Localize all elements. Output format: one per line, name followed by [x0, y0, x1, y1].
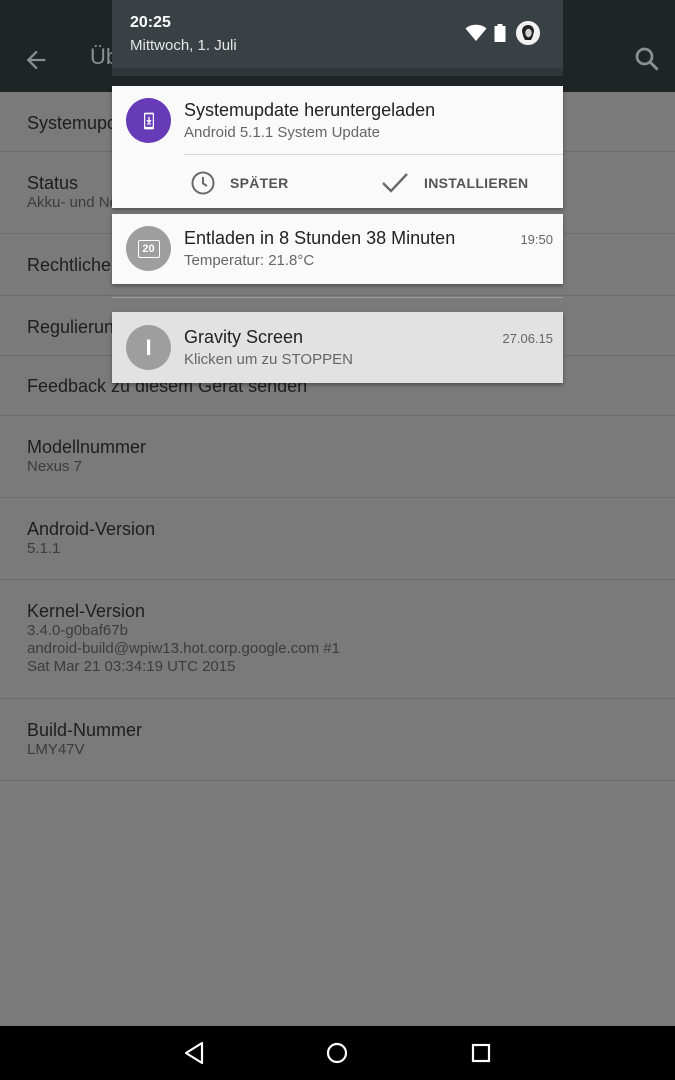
settings-item-label: Kernel-Version [27, 601, 146, 621]
settings-item-kernel-version: Kernel-Version 3.4.0-g0baf67b android-bu… [0, 580, 675, 699]
later-button-label: SPÄTER [230, 175, 289, 191]
status-clock: 20:25 [130, 14, 171, 31]
later-button[interactable]: SPÄTER [190, 168, 289, 198]
settings-item-build-number[interactable]: Build-Nummer LMY47V [0, 699, 675, 781]
navigation-bar [0, 1026, 675, 1080]
settings-item-summary: LMY47V [27, 741, 85, 758]
settings-item-summary: 5.1.1 [27, 540, 61, 557]
search-icon[interactable] [632, 44, 662, 74]
back-arrow-icon[interactable] [22, 46, 50, 74]
notification-separator [112, 297, 563, 298]
notification-shade-header[interactable]: 20:25 Mittwoch, 1. Juli [112, 0, 563, 76]
notification-title: Entladen in 8 Stunden 38 Minuten [184, 228, 456, 248]
settings-item-label: Android-Version [27, 519, 156, 539]
battery-icon [494, 24, 506, 42]
notification-title: Systemupdate heruntergeladen [184, 100, 436, 120]
settings-item-android-version[interactable]: Android-Version 5.1.1 [0, 498, 675, 580]
notification-gravity-screen[interactable]: I Gravity Screen Klicken um zu STOPPEN 2… [112, 312, 563, 383]
settings-item-summary: Sat Mar 21 03:34:19 UTC 2015 [27, 658, 236, 675]
notification-divider [184, 154, 563, 155]
notification-time: 27.06.15 [502, 331, 553, 346]
notification-title: Gravity Screen [184, 327, 304, 347]
recents-icon[interactable] [468, 1040, 494, 1066]
settings-item-label: Build-Nummer [27, 720, 143, 740]
install-button-label: INSTALLIEREN [424, 175, 529, 191]
notification-system-update[interactable]: Systemupdate heruntergeladen Android 5.1… [112, 86, 563, 208]
settings-item-summary: Nexus 7 [27, 458, 83, 475]
gravity-icon-glyph: I [145, 334, 152, 360]
home-icon[interactable] [324, 1040, 350, 1066]
notification-subtitle: Temperatur: 21.8°C [184, 252, 315, 269]
install-button[interactable]: INSTALLIEREN [380, 168, 528, 198]
notification-time: 19:50 [520, 232, 553, 247]
notification-subtitle: Klicken um zu STOPPEN [184, 351, 353, 368]
wifi-icon [465, 24, 487, 41]
back-icon[interactable] [181, 1040, 207, 1066]
settings-item-summary: 3.4.0-g0baf67b [27, 622, 128, 639]
clock-icon [191, 171, 215, 195]
battery-widget-icon: 20 [126, 226, 171, 271]
notification-subtitle: Android 5.1.1 System Update [184, 124, 380, 141]
checkmark-icon [382, 173, 408, 193]
battery-level-badge: 20 [137, 239, 160, 258]
user-avatar[interactable] [516, 21, 540, 45]
settings-item-model: Modellnummer Nexus 7 [0, 416, 675, 498]
system-update-icon [126, 98, 171, 143]
status-date: Mittwoch, 1. Juli [130, 37, 237, 54]
gravity-screen-icon: I [126, 325, 171, 370]
notification-battery[interactable]: 20 Entladen in 8 Stunden 38 Minuten Temp… [112, 214, 563, 284]
settings-item-summary: android-build@wpiw13.hot.corp.google.com… [27, 640, 340, 657]
settings-item-label: Modellnummer [27, 437, 147, 457]
